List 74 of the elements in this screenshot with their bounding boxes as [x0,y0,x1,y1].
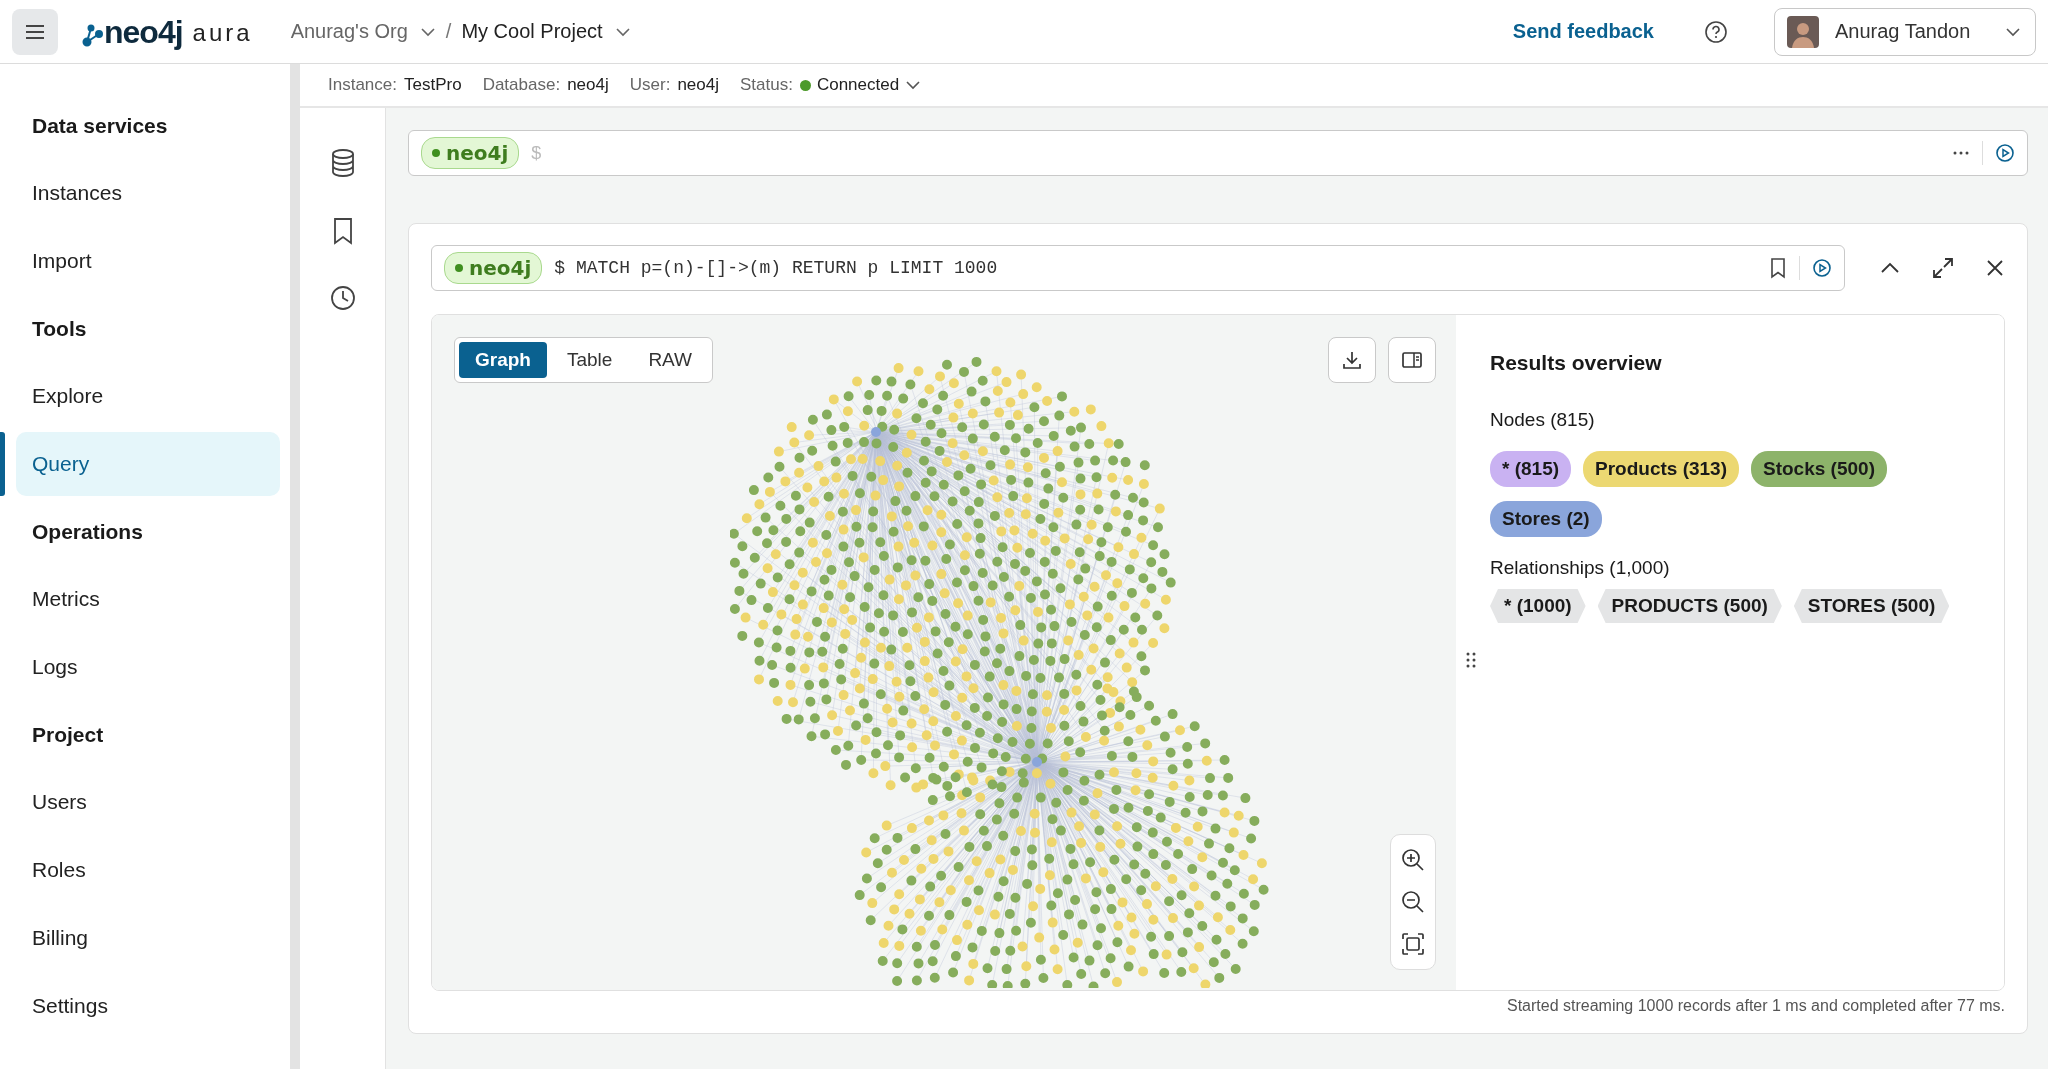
nodes-heading: Nodes (815) [1490,409,1596,431]
breadcrumb-separator: / [445,20,452,43]
sidebar-item[interactable]: Roles [16,838,280,902]
drag-handle-icon[interactable] [1466,651,1476,669]
menu-button[interactable] [12,8,58,55]
more-icon[interactable] [1952,150,1970,156]
sidebar-item[interactable]: Import [16,229,280,293]
avatar [1787,15,1819,48]
history-icon[interactable] [328,284,357,312]
connection-value: TestPro [404,75,462,95]
bookmark-icon[interactable] [1769,257,1787,279]
sidebar-toggle-button[interactable] [1388,337,1436,383]
connection-label: Instance: [328,75,397,95]
sidebar-item[interactable]: Logs [16,635,280,699]
node-label-chip[interactable]: * (815) [1490,451,1572,487]
menu-icon [24,23,46,40]
zoom-out-icon[interactable] [1400,889,1426,915]
chevron-down-icon [614,26,631,37]
relationships-heading: Relationships (1,000) [1490,557,1671,579]
connection-value: neo4j [677,75,719,95]
query-summary: Started streaming 1000 records after 1 ms and completed after 77 ms. [1505,996,2005,1016]
collapse-icon[interactable] [1879,261,1901,275]
org-selector[interactable]: Anurag's Org [290,20,436,43]
chevron-down-icon [2005,26,2021,37]
view-tab[interactable]: Table [550,342,629,378]
section-heading: Project [31,722,105,748]
view-tab[interactable]: Graph [459,342,547,378]
query-editor[interactable]: neo4j $ [408,130,2028,176]
sidebar-item[interactable]: Settings [16,974,280,1038]
overview-title: Results overview [1490,351,1663,375]
chevron-down-icon [905,80,922,90]
prompt-symbol: $ [531,142,542,164]
node-label-chip[interactable]: Products (313) [1583,451,1739,487]
chevron-down-icon [419,26,436,37]
panel-icon [1401,350,1423,370]
product-name: aura [192,18,253,48]
sidebar-item[interactable]: Query [16,432,280,496]
selection-indicator [0,432,5,496]
query-editor[interactable]: neo4j $ MATCH p=(n)-[]->(m) RETURN p LIMIT 1000 [431,245,1845,291]
status-label: Status: [740,75,793,95]
feedback-link[interactable]: Send feedback [1512,20,1654,43]
connection-value: neo4j [567,75,609,95]
sidebar-item[interactable]: Users [16,770,280,834]
relationship-type-chip[interactable]: PRODUCTS (500) [1597,589,1782,623]
view-tab[interactable]: RAW [632,342,708,378]
status-dropdown[interactable]: Connected [799,75,922,95]
run-icon[interactable] [1812,258,1832,278]
sidebar-item[interactable]: Instances [16,161,280,225]
relationship-type-chip[interactable]: * (1000) [1490,589,1586,623]
node-label-chip[interactable]: Stores (2) [1490,501,1602,537]
close-icon[interactable] [1985,258,2005,278]
relationship-type-chip[interactable]: STORES (500) [1793,589,1950,623]
download-icon [1341,349,1363,371]
connection-label: User: [629,75,671,95]
fit-view-icon[interactable] [1400,931,1426,957]
download-button[interactable] [1328,337,1376,383]
sidebar-item[interactable]: Billing [16,906,280,970]
node-label-chip[interactable]: Stocks (500) [1751,451,1887,487]
database-badge: neo4j [444,252,543,284]
section-heading: Operations [31,519,144,545]
run-icon[interactable] [1995,143,2015,163]
query-text: $ MATCH p=(n)-[]->(m) RETURN p LIMIT 1000 [554,258,998,278]
section-heading: Tools [31,316,88,342]
help-icon[interactable] [1704,19,1728,44]
project-selector[interactable]: My Cool Project [461,20,631,43]
user-menu[interactable]: Anurag Tandon [1774,7,2036,56]
sidebar-item[interactable]: Explore [16,364,280,428]
database-badge: neo4j [421,137,520,169]
connection-label: Database: [482,75,561,95]
sidebar-item[interactable]: Metrics [16,567,280,631]
section-heading: Data services [31,113,169,139]
zoom-in-icon[interactable] [1400,847,1426,873]
brand-logo: neo4j [104,15,183,48]
expand-icon[interactable] [1931,256,1955,280]
